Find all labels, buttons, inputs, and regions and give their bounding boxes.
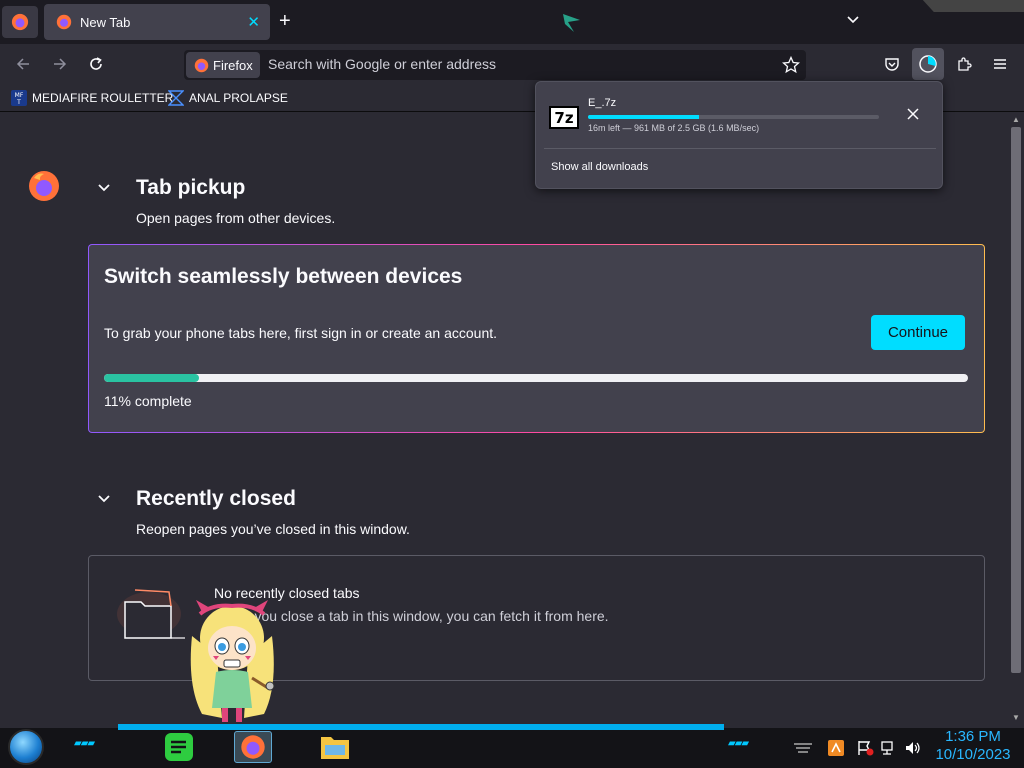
clock-time: 1:36 PM <box>945 728 1001 745</box>
download-progress-icon <box>919 55 937 73</box>
tray-expand-icon[interactable] <box>792 740 814 756</box>
extensions-button[interactable] <box>952 52 976 76</box>
firefox-logo-icon <box>29 171 59 201</box>
recently-closed-title: Recently closed <box>136 487 296 510</box>
downloads-button[interactable] <box>912 48 944 80</box>
empty-folder-illustration-icon <box>117 589 185 639</box>
navigation-toolbar: Firefox <box>0 44 1024 84</box>
tray-clock[interactable]: 1:36 PM 10/10/2023 <box>928 728 1018 764</box>
tab-pickup-subtitle: Open pages from other devices. <box>136 210 336 226</box>
theme-logo-icon <box>560 10 584 39</box>
tab-pickup-title: Tab pickup <box>136 176 246 199</box>
puzzle-icon <box>958 57 972 71</box>
back-arrow-icon <box>16 58 29 70</box>
reload-button[interactable] <box>84 52 108 76</box>
firefox-logo-icon <box>11 13 29 31</box>
app-menu-button[interactable] <box>988 52 1012 76</box>
identity-label: Firefox <box>213 57 253 73</box>
bookmark-item-mediafire[interactable]: MF T MEDIAFIRE ROULETTER <box>11 90 173 106</box>
url-bar[interactable]: Firefox <box>184 50 806 80</box>
signin-description: To grab your phone tabs here, first sign… <box>104 325 498 341</box>
bookmark-site-icon <box>168 90 184 106</box>
svg-text:T: T <box>16 99 21 106</box>
network-icon[interactable] <box>880 740 898 756</box>
show-all-downloads-button[interactable]: Show all downloads <box>551 161 648 173</box>
pocket-icon <box>885 58 899 71</box>
recently-closed-subtitle: Reopen pages you’ve closed in this windo… <box>136 521 410 537</box>
setup-progress-fill <box>104 374 200 382</box>
titlebar-decoration <box>922 0 1024 12</box>
spotify-icon <box>165 733 193 761</box>
setup-progress-bar <box>104 374 968 382</box>
close-tab-icon[interactable]: ✕ <box>247 13 260 31</box>
downloads-panel: 7z E_.7z 16m left — 961 MB of 2.5 GB (1.… <box>535 81 943 189</box>
tab-new-tab[interactable]: New Tab ✕ <box>44 4 270 40</box>
taskbar-decoration: ▰▰▰ <box>728 738 749 749</box>
address-input[interactable] <box>268 56 768 72</box>
archive-file-icon: 7z <box>549 106 579 129</box>
volume-icon[interactable] <box>904 740 922 756</box>
download-progress-fill <box>588 115 699 119</box>
start-orb-button[interactable] <box>8 729 44 765</box>
svg-text:MF: MF <box>15 92 24 99</box>
close-icon <box>907 108 919 120</box>
clock-date: 10/10/2023 <box>935 746 1011 763</box>
signin-card: Switch seamlessly between devices To gra… <box>88 244 985 433</box>
mediafire-icon: MFT <box>11 90 27 106</box>
reload-icon <box>90 57 102 70</box>
signin-heading: Switch seamlessly between devices <box>104 265 463 288</box>
progress-text: 11% complete <box>104 393 192 409</box>
pocket-button[interactable] <box>880 52 904 76</box>
hamburger-menu-icon <box>994 59 1006 69</box>
scroll-up-icon[interactable]: ▲ <box>1012 115 1020 124</box>
download-progress-bar <box>588 115 879 119</box>
download-status: 16m left — 961 MB of 2.5 GB (1.6 MB/sec) <box>588 123 760 133</box>
panel-divider <box>544 148 936 149</box>
tab-strip: New Tab ✕ + <box>0 0 1024 44</box>
firefox-logo-icon <box>194 58 209 72</box>
firefox-view-page: Tab pickup Open pages from other devices… <box>0 113 1008 728</box>
firefox-view-button[interactable] <box>2 6 38 38</box>
taskbar-app-file-explorer[interactable] <box>316 731 354 763</box>
tab-list-chevron-icon[interactable] <box>845 12 861 33</box>
continue-button[interactable]: Continue <box>871 315 965 350</box>
tab-label: New Tab <box>80 14 131 30</box>
bookmark-item-second[interactable]: ANAL PROLAPSE <box>168 90 288 106</box>
taskbar-app-firefox[interactable] <box>234 731 272 763</box>
taskbar-app-spotify[interactable] <box>160 731 198 763</box>
scrollbar-thumb[interactable] <box>1011 127 1021 673</box>
bookmark-label: ANAL PROLAPSE <box>189 91 288 105</box>
back-button[interactable] <box>11 52 35 76</box>
forward-arrow-icon <box>54 58 67 70</box>
cancel-download-button[interactable] <box>906 107 920 126</box>
cartoon-character-sticker <box>190 600 275 722</box>
collapse-chevron-icon[interactable] <box>96 180 112 196</box>
identity-box[interactable]: Firefox <box>186 52 260 78</box>
firefox-logo-icon <box>241 735 265 759</box>
taskbar-decoration: ▰▰▰ <box>74 738 95 749</box>
action-center-flag-icon[interactable] <box>856 740 874 756</box>
collapse-chevron-icon[interactable] <box>96 491 112 507</box>
bookmark-label: MEDIAFIRE ROULETTER <box>32 91 174 105</box>
tray-app-icon[interactable] <box>828 740 844 756</box>
forward-button[interactable] <box>48 52 72 76</box>
page-scrollbar[interactable]: ▲ ▼ <box>1008 113 1024 728</box>
scroll-down-icon[interactable]: ▼ <box>1012 713 1020 722</box>
folder-icon <box>321 737 349 759</box>
bookmark-star-icon[interactable] <box>781 55 801 79</box>
download-file-name[interactable]: E_.7z <box>588 97 616 109</box>
new-tab-button[interactable]: + <box>279 10 291 32</box>
firefox-logo-icon <box>56 14 72 30</box>
taskbar-accent-band <box>118 724 724 730</box>
